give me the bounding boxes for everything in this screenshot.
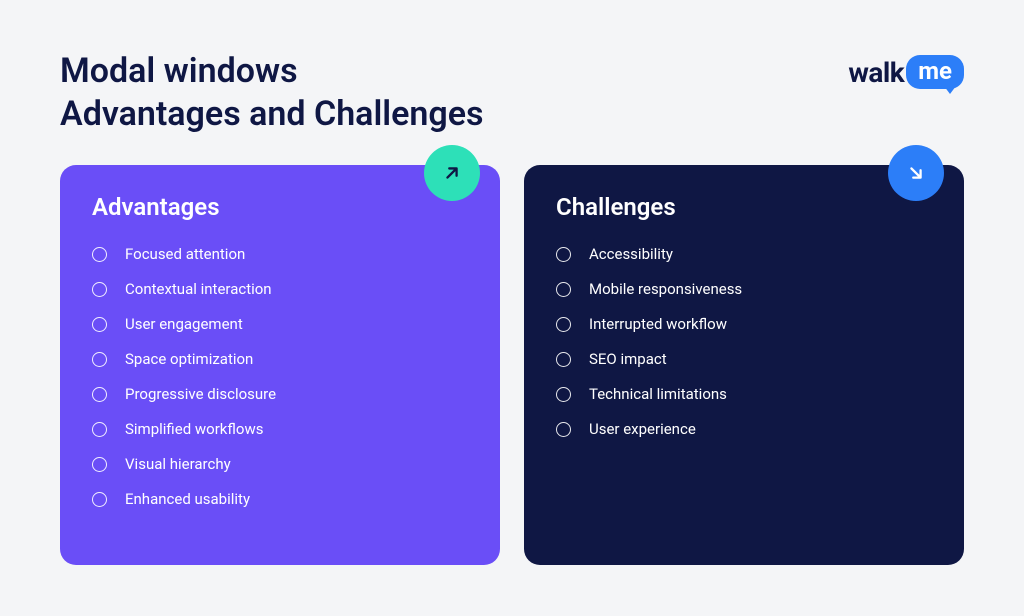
advantages-card: Advantages Focused attention Contextual … (60, 165, 500, 565)
bullet-icon (92, 457, 107, 472)
list-item-label: Space optimization (125, 350, 253, 368)
list-item-label: Mobile responsiveness (589, 280, 742, 298)
arrow-down-right-icon (888, 145, 944, 201)
challenges-list: Accessibility Mobile responsiveness Inte… (556, 245, 932, 438)
bullet-icon (556, 317, 571, 332)
walkme-logo: walk me (848, 55, 964, 89)
bullet-icon (92, 387, 107, 402)
list-item: Simplified workflows (92, 420, 468, 438)
header: Modal windows Advantages and Challenges … (60, 50, 964, 135)
list-item-label: Focused attention (125, 245, 245, 263)
list-item-label: Interrupted workflow (589, 315, 727, 333)
list-item: Visual hierarchy (92, 455, 468, 473)
list-item-label: User experience (589, 420, 696, 438)
advantages-title: Advantages (92, 193, 468, 221)
list-item: Technical limitations (556, 385, 932, 403)
bullet-icon (92, 492, 107, 507)
advantages-list: Focused attention Contextual interaction… (92, 245, 468, 508)
list-item-label: Contextual interaction (125, 280, 272, 298)
bullet-icon (92, 247, 107, 262)
bullet-icon (92, 317, 107, 332)
list-item-label: Enhanced usability (125, 490, 250, 508)
challenges-card: Challenges Accessibility Mobile responsi… (524, 165, 964, 565)
list-item: SEO impact (556, 350, 932, 368)
bullet-icon (92, 352, 107, 367)
arrow-up-right-icon (424, 145, 480, 201)
cards-row: Advantages Focused attention Contextual … (60, 165, 964, 565)
list-item-label: Simplified workflows (125, 420, 263, 438)
bullet-icon (556, 387, 571, 402)
list-item: Interrupted workflow (556, 315, 932, 333)
list-item: Enhanced usability (92, 490, 468, 508)
page-title: Modal windows Advantages and Challenges (60, 50, 484, 135)
list-item: Mobile responsiveness (556, 280, 932, 298)
title-line-2: Advantages and Challenges (60, 94, 484, 134)
list-item-label: Technical limitations (589, 385, 727, 403)
list-item: Accessibility (556, 245, 932, 263)
list-item: Space optimization (92, 350, 468, 368)
list-item-label: Progressive disclosure (125, 385, 276, 403)
page-container: Modal windows Advantages and Challenges … (0, 0, 1024, 616)
list-item: User engagement (92, 315, 468, 333)
title-line-1: Modal windows (60, 51, 298, 91)
bullet-icon (556, 352, 571, 367)
bullet-icon (556, 247, 571, 262)
bullet-icon (92, 282, 107, 297)
list-item-label: Visual hierarchy (125, 455, 231, 473)
list-item-label: SEO impact (589, 350, 667, 368)
list-item-label: User engagement (125, 315, 243, 333)
logo-text-walk: walk (848, 56, 904, 89)
challenges-title: Challenges (556, 193, 932, 221)
bullet-icon (92, 422, 107, 437)
bullet-icon (556, 282, 571, 297)
list-item-label: Accessibility (589, 245, 673, 263)
logo-text-me: me (906, 55, 964, 89)
list-item: Contextual interaction (92, 280, 468, 298)
list-item: Progressive disclosure (92, 385, 468, 403)
list-item: User experience (556, 420, 932, 438)
list-item: Focused attention (92, 245, 468, 263)
bullet-icon (556, 422, 571, 437)
